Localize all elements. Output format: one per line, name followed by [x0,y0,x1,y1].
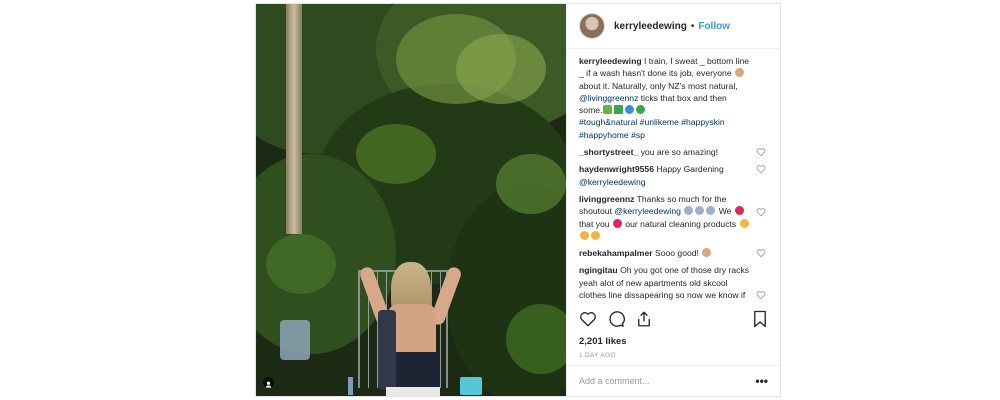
comment-text-2: We [718,206,732,217]
likes-count[interactable]: 2,201 likes [579,336,627,347]
heart-icon[interactable] [579,310,597,328]
post-photo[interactable] [256,4,566,396]
pray-emoji-icon [706,206,716,216]
header-separator: • [690,20,695,32]
post-timestamp[interactable]: 1 DAY AGO [579,352,616,359]
comment: ngingitau Oh you got one of those dry ra… [579,264,768,303]
caption-mention[interactable]: @livinggreennz [579,93,638,103]
comment-mention[interactable]: @kerryleedewing [614,206,681,216]
smile-emoji-icon [739,218,749,228]
bookmark-icon[interactable] [752,310,768,328]
comment: rebekahampalmer Sooo good! [579,247,768,259]
globe-emoji-icon [625,105,635,115]
like-comment-heart-icon[interactable] [756,164,766,174]
caption-text-2: about it. Naturally, only NZ's most natu… [579,80,738,91]
red-heart-emoji-icon [734,206,744,216]
smile-emoji-icon [591,230,600,240]
comment-text-4: our natural cleaning products [625,218,737,229]
caption-username[interactable]: kerryleedewing [579,56,642,66]
user-tag-icon[interactable] [263,377,274,388]
comment-text: Happy Gardening [656,164,724,175]
share-icon[interactable] [635,310,653,328]
comment-username[interactable]: _shortystreet_ [579,147,638,157]
comment-username[interactable]: haydenwright9556 [579,164,654,174]
post-header: kerryleedewing • Follow [567,4,780,49]
post-username[interactable]: kerryleedewing [614,21,687,32]
comment-mention[interactable]: @kerryleedewing [579,177,646,187]
comment-text: Sooo good! [654,248,699,259]
pray-emoji-icon [695,206,705,216]
add-comment-bar: Add a comment... ••• [567,365,780,396]
action-bar [579,307,768,331]
comment-text: you are so amazing! [640,147,719,158]
green-heart-emoji-icon [636,105,646,115]
muscle-emoji-icon [702,248,712,258]
comment-text-3: that you [579,218,610,229]
red-heart-emoji-icon [612,218,622,228]
comment: _shortystreet_ you are so amazing! [579,146,768,158]
comment-icon[interactable] [607,310,625,328]
comments-list[interactable]: kerryleedewing I train, I sweat _ bottom… [567,55,780,303]
check-emoji-icon [614,105,624,115]
caption: kerryleedewing I train, I sweat _ bottom… [579,55,768,141]
more-options-icon[interactable]: ••• [755,374,768,388]
avatar[interactable] [579,13,605,39]
smile-emoji-icon [580,230,589,240]
follow-button[interactable]: Follow [698,21,730,32]
comment-username[interactable]: ngingitau [579,265,618,275]
instagram-post: kerryleedewing • Follow kerryleedewing I… [255,3,781,397]
add-comment-input[interactable]: Add a comment... [579,376,755,386]
post-side-panel: kerryleedewing • Follow kerryleedewing I… [566,4,780,396]
like-comment-heart-icon[interactable] [756,290,766,300]
like-comment-heart-icon[interactable] [756,147,766,157]
comment-username[interactable]: livinggreennz [579,194,634,204]
pray-emoji-icon [735,68,744,78]
like-comment-heart-icon[interactable] [756,207,766,217]
like-comment-heart-icon[interactable] [756,248,766,258]
caption-hashtags[interactable]: #tough&natural #unlikeme #happyskin #hap… [579,117,725,139]
comment: haydenwright9556 Happy Gardening @kerryl… [579,163,768,188]
comment: livinggreennz Thanks so much for the sho… [579,193,768,242]
leaf-emoji-icon [603,105,613,115]
comment-username[interactable]: rebekahampalmer [579,248,653,258]
pray-emoji-icon [684,206,694,216]
